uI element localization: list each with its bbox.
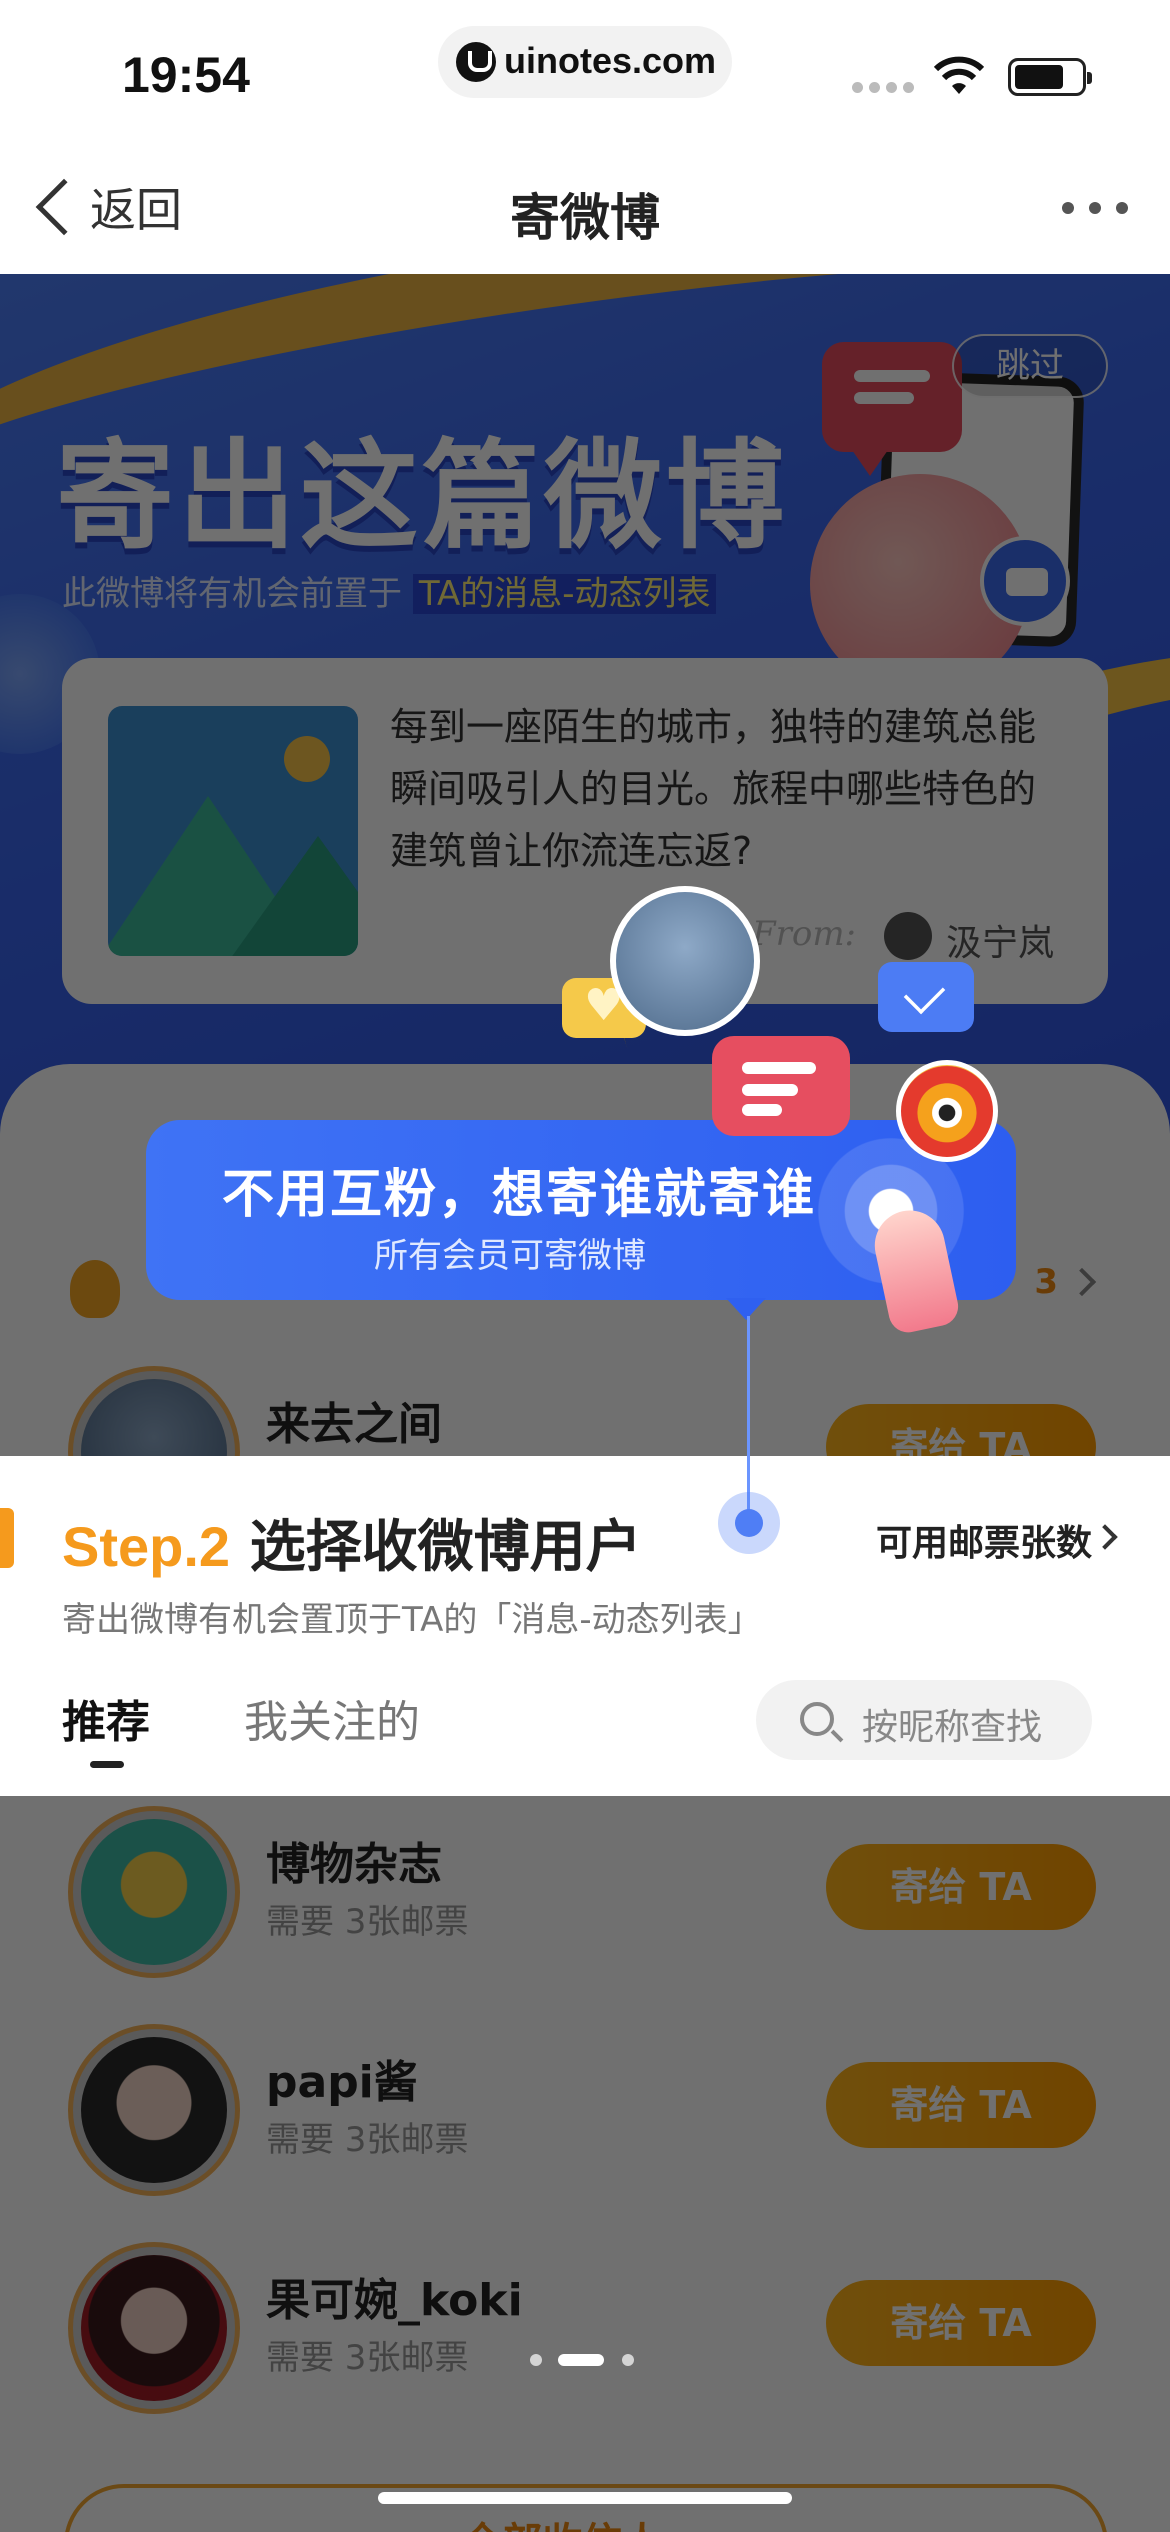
image-placeholder-icon xyxy=(108,706,358,956)
message-bubble-icon xyxy=(822,342,962,476)
guide-tooltip: 不用互粉，想寄谁就寄谁 所有会员可寄微博 xyxy=(146,1120,1016,1336)
author-name: 汲宁岚 xyxy=(946,923,1055,964)
weibo-preview-card: 每到一座陌生的城市，独特的建筑总能瞬间吸引人的目光。旅程中哪些特色的建筑曾让你流… xyxy=(62,658,1108,1004)
step-title: Step.2 选择收微博用户 xyxy=(62,1515,642,1580)
avatar xyxy=(68,2242,240,2414)
search-placeholder: 按昵称查找 xyxy=(862,1707,1043,1748)
stamp-requirement: 需要 3张邮票 xyxy=(266,1902,469,1942)
available-stamps-link[interactable]: 可用邮票张数 xyxy=(876,1514,1092,1566)
page-indicator xyxy=(530,2352,640,2366)
battery-icon xyxy=(1008,58,1092,96)
banner-subtitle-highlight: TA的消息-动态列表 xyxy=(412,574,717,614)
stamp-requirement: 需要 3张邮票 xyxy=(266,2120,469,2160)
step-description: 寄出微博有机会置顶于TA的「消息-动态列表」 xyxy=(62,1600,762,1640)
search-input[interactable]: 按昵称查找 xyxy=(756,1680,1092,1760)
search-icon xyxy=(800,1702,834,1736)
chevron-right-icon xyxy=(1092,1524,1118,1550)
guide-connector-line xyxy=(747,1316,750,1516)
from-label: From: xyxy=(752,914,857,954)
weibo-logo-icon xyxy=(896,1060,998,1162)
site-logo-icon xyxy=(456,42,496,82)
banner-subtitle: 此微博将有机会前置于 TA的消息-动态列表 xyxy=(62,566,717,615)
user-name: 来去之间 xyxy=(266,1399,442,1450)
avatar xyxy=(610,886,760,1036)
step-number: Step.2 xyxy=(62,1515,231,1578)
page-dot xyxy=(530,2354,542,2366)
more-dots-icon[interactable] xyxy=(1062,202,1128,216)
user-name: 博物杂志 xyxy=(266,1839,442,1890)
intro-banner: 寄出这篇微博 此微博将有机会前置于 TA的消息-动态列表 每到一座陌生的城市，独… xyxy=(0,274,1170,1174)
chevron-right-icon xyxy=(1067,1267,1097,1297)
user-name: 果可婉_koki xyxy=(266,2275,523,2326)
send-to-user-button[interactable]: 寄给 TA xyxy=(826,2062,1096,2148)
wifi-icon xyxy=(934,56,984,94)
stamp-requirement: 需要 3张邮票 xyxy=(266,2338,469,2378)
page-dot-active xyxy=(558,2354,604,2366)
envelope-icon xyxy=(878,962,974,1032)
step-panel: Step.2 选择收微博用户 可用邮票张数 寄出微博有机会置顶于TA的「消息-动… xyxy=(0,1456,1170,1796)
url-text: uinotes.com xyxy=(504,40,717,81)
avatar xyxy=(68,2024,240,2196)
nav-bar: 返回 寄微博 xyxy=(0,140,1170,274)
cellular-signal-icon xyxy=(852,82,914,94)
message-bubble-icon xyxy=(712,1036,850,1136)
list-item[interactable]: 博物杂志 需要 3张邮票 寄给 TA xyxy=(0,1784,1170,1984)
user-send-icon xyxy=(70,1260,120,1318)
status-time: 19:54 xyxy=(122,47,250,103)
guide-subtitle: 所有会员可寄微博 xyxy=(374,1236,646,1276)
recipients-count: 3 xyxy=(1034,1262,1058,1302)
page-title: 寄微博 xyxy=(510,189,660,247)
guide-target-dot xyxy=(718,1492,780,1554)
tooltip-pointer xyxy=(726,1298,766,1320)
skip-button[interactable]: 跳过 xyxy=(952,334,1108,398)
guide-title: 不用互粉，想寄谁就寄谁 xyxy=(222,1165,817,1225)
url-pill[interactable]: uinotes.com xyxy=(438,26,732,98)
user-name: papi酱 xyxy=(266,2057,418,2108)
step-marker xyxy=(0,1508,14,1568)
tab-recommended[interactable]: 推荐 xyxy=(62,1686,150,1768)
send-to-user-button[interactable]: 寄给 TA xyxy=(826,2280,1096,2366)
page-dot xyxy=(622,2354,634,2366)
envelope-icon xyxy=(980,536,1070,626)
send-to-user-button[interactable]: 寄给 TA xyxy=(826,1844,1096,1930)
banner-title: 寄出这篇微博 xyxy=(56,427,789,565)
weibo-text: 每到一座陌生的城市，独特的建筑总能瞬间吸引人的目光。旅程中哪些特色的建筑曾让你流… xyxy=(390,705,1037,873)
tab-following[interactable]: 我关注的 xyxy=(244,1686,420,1750)
list-item[interactable]: papi酱 需要 3张邮票 寄给 TA xyxy=(0,2002,1170,2202)
author-avatar xyxy=(884,912,932,960)
list-item[interactable]: 果可婉_koki 需要 3张邮票 寄给 TA xyxy=(0,2220,1170,2420)
status-bar: 19:54 uinotes.com xyxy=(0,0,1170,140)
avatar xyxy=(68,1806,240,1978)
home-indicator[interactable] xyxy=(378,2492,792,2504)
